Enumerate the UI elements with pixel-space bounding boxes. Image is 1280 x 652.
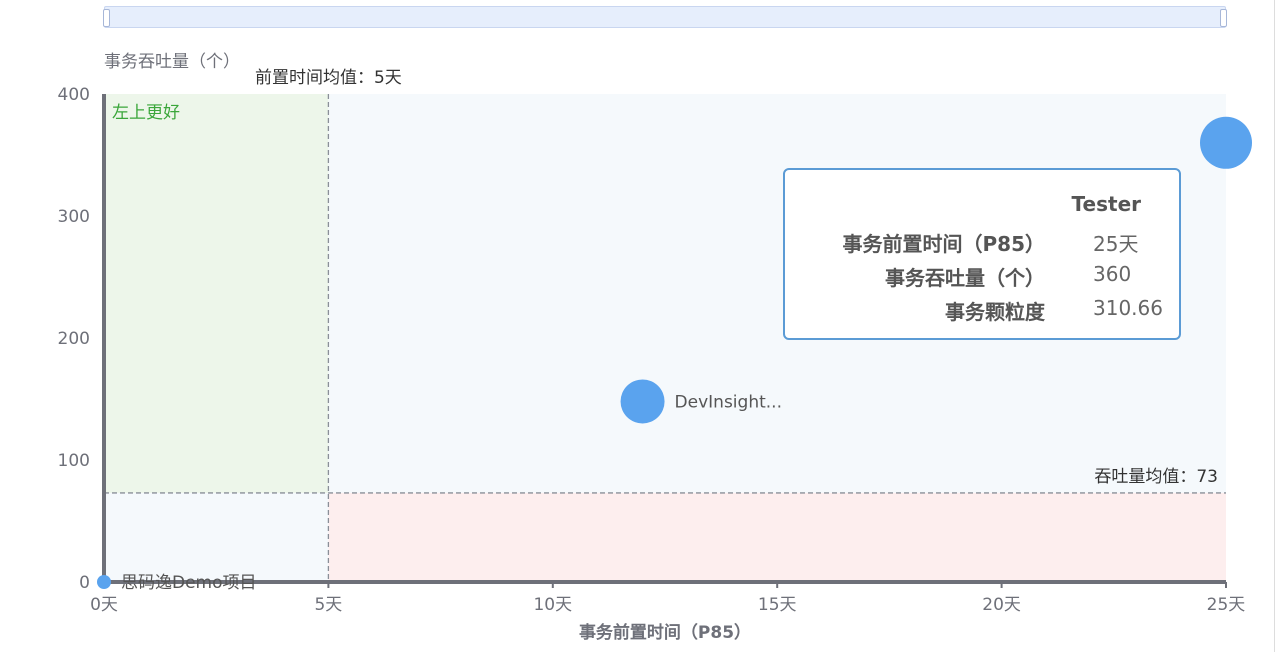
data-point-label: 思码逸Demo项目 xyxy=(121,573,257,593)
data-point-label: DevInsight... xyxy=(675,392,782,412)
x-axis-title: 事务前置时间（P85） xyxy=(579,622,751,643)
data-point xyxy=(97,575,111,589)
tooltip: Tester 事务前置时间（P85） 25天 事务吞吐量（个） 360 事务颗粒… xyxy=(783,168,1181,340)
data-point xyxy=(1200,116,1252,169)
y-tick-label: 100 xyxy=(58,451,90,471)
tooltip-title: Tester xyxy=(1071,192,1141,216)
tooltip-key: 事务吞吐量（个） xyxy=(885,266,1045,290)
tooltip-row: 事务吞吐量（个） 360 xyxy=(785,262,1181,292)
quadrant-lower-right xyxy=(328,492,1226,582)
tooltip-value: 360 xyxy=(1093,262,1132,286)
tooltip-row: 事务前置时间（P85） 25天 xyxy=(785,228,1181,258)
tooltip-row: 事务颗粒度 310.66 xyxy=(785,296,1181,326)
y-tick-label: 300 xyxy=(58,207,90,227)
tooltip-value: 25天 xyxy=(1093,232,1139,256)
mean-x-label: 前置时间均值：5天 xyxy=(255,68,402,88)
quadrant-upper-left xyxy=(104,94,329,493)
x-tick-label: 20天 xyxy=(982,595,1021,615)
x-tick-label: 15天 xyxy=(758,595,797,615)
tooltip-key: 事务前置时间（P85） xyxy=(842,232,1046,256)
x-tick-label: 10天 xyxy=(533,595,572,615)
mean-y-label: 吞吐量均值：73 xyxy=(1094,467,1218,487)
data-point xyxy=(620,379,665,424)
x-tick-label: 0天 xyxy=(90,595,118,615)
y-axis-title: 事务吞吐量（个） xyxy=(104,52,240,72)
window-edge xyxy=(1274,0,1275,652)
y-tick-label: 200 xyxy=(58,329,90,349)
x-tick-label: 25天 xyxy=(1207,595,1246,615)
tooltip-value: 310.66 xyxy=(1093,296,1163,320)
quadrant-note: 左上更好 xyxy=(112,103,180,123)
tooltip-key: 事务颗粒度 xyxy=(945,300,1045,324)
x-tick-label: 5天 xyxy=(314,595,342,615)
y-tick-label: 0 xyxy=(79,573,90,593)
y-tick-label: 400 xyxy=(58,85,90,105)
